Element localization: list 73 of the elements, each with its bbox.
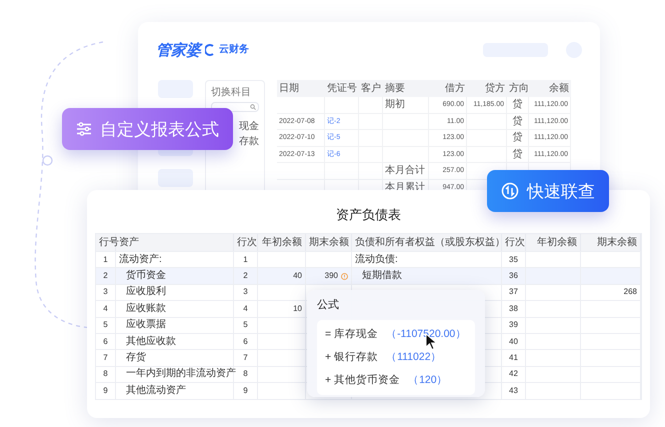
table-cell-text: 38 <box>509 302 518 315</box>
table-cell-text: 流动负债: <box>355 252 398 267</box>
table-cell-text: 43 <box>509 384 518 397</box>
table-cell-text: 3 <box>103 286 108 298</box>
table-cell-text: 3 <box>243 286 248 298</box>
column-header: 借方 <box>444 82 466 96</box>
table-cell-text: 货币资金 <box>126 268 166 284</box>
table-cell-text: 40 <box>509 336 518 348</box>
table-cell-text: 4 <box>103 302 108 315</box>
column-header: 客户 <box>360 82 382 96</box>
table-cell-text: 6 <box>103 336 108 348</box>
table-cell-text: 40 <box>293 270 302 282</box>
table-cell-text: 6 <box>243 336 248 348</box>
table-cell-text: 268 <box>624 286 637 298</box>
table-cell-text: 应收股利 <box>126 284 166 300</box>
product-name: 云财务 <box>219 45 249 55</box>
column-header: 摘要 <box>384 82 406 96</box>
table-cell-text: 10 <box>293 302 302 315</box>
formula-value[interactable]: （111022） <box>386 348 442 367</box>
formula-term: + 银行存款 <box>325 350 378 365</box>
table-cell-text: 2 <box>103 270 108 282</box>
table-cell-text: 35 <box>509 254 518 266</box>
table-cell-text: 2 <box>243 270 248 282</box>
table-cell: 贷 <box>507 114 529 129</box>
table-cell: 贷 <box>507 97 529 112</box>
table-cell-text: 390 <box>324 270 338 282</box>
table-cell-text: 5 <box>243 319 248 332</box>
table-row[interactable]: 2 货币资金 2 40 390 短期借款 36 <box>96 267 641 284</box>
table-cell: 期初 <box>383 97 429 112</box>
table-cell-text: 42 <box>509 368 518 380</box>
table-cell-text: 41 <box>509 352 518 364</box>
table-cell-text: 其他流动资产 <box>126 384 186 398</box>
table-cell-text: 5 <box>103 319 108 332</box>
lookup-badge[interactable]: 快速联查 <box>487 170 609 212</box>
table-cell-text: 短期借款 <box>362 268 402 284</box>
formula-term: + 其他货币资金 <box>325 373 400 388</box>
table-cell-text: 1 <box>103 254 108 266</box>
formula-badge[interactable]: 自定义报表公式 <box>62 108 233 150</box>
table-cell-text: 一年内到期的非流动资产 <box>126 366 236 382</box>
formula-term: = 库存现金 <box>325 327 378 342</box>
table-cell: 贷 <box>507 146 529 162</box>
table-cell-text: 4 <box>243 302 248 315</box>
formula-value[interactable]: （120） <box>408 371 448 390</box>
table-cell-text: 39 <box>509 319 518 332</box>
table-cell-text: 7 <box>243 352 248 364</box>
brand-logo: 管家婆 <box>156 42 201 58</box>
table-cell-text: 流动资产: <box>119 252 162 267</box>
table-cell-text: 9 <box>103 384 108 397</box>
column-header: 日期 <box>278 82 300 96</box>
column-header: 方向 <box>508 82 529 96</box>
table-cell-text: 9 <box>243 384 248 397</box>
table-cell-text: 1 <box>243 254 248 266</box>
table-cell-text: 7 <box>103 352 108 364</box>
panel-title: 切换科目 <box>211 86 252 100</box>
table-cell-text: 应收账款 <box>126 302 166 316</box>
subject-item[interactable]: 存款 <box>239 135 259 148</box>
column-header: 余额 <box>548 82 570 96</box>
formula-value[interactable]: （-1107520.00） <box>386 325 466 344</box>
column-header: 凭证号 <box>326 82 358 96</box>
table-cell: 贷 <box>507 130 529 146</box>
table-cell-text: 8 <box>243 368 248 380</box>
table-cell-text: 存货 <box>126 351 146 366</box>
report-title: 资产负债表 <box>335 207 402 223</box>
table-cell-text: 8 <box>103 368 108 380</box>
column-header: 贷方 <box>484 82 506 96</box>
table-cell-text: 应收票据 <box>126 318 166 332</box>
table-cell: 本月合计 <box>383 163 429 178</box>
table-cell-text: 36 <box>509 270 518 282</box>
subject-item[interactable]: 现金 <box>239 120 259 133</box>
table-row[interactable]: 1 流动资产: 1 流动负债: 35 <box>96 251 641 268</box>
popup-title: 公式 <box>317 298 340 312</box>
table-cell-text: 其他应收款 <box>126 334 176 349</box>
table-cell-text: 37 <box>509 286 518 298</box>
